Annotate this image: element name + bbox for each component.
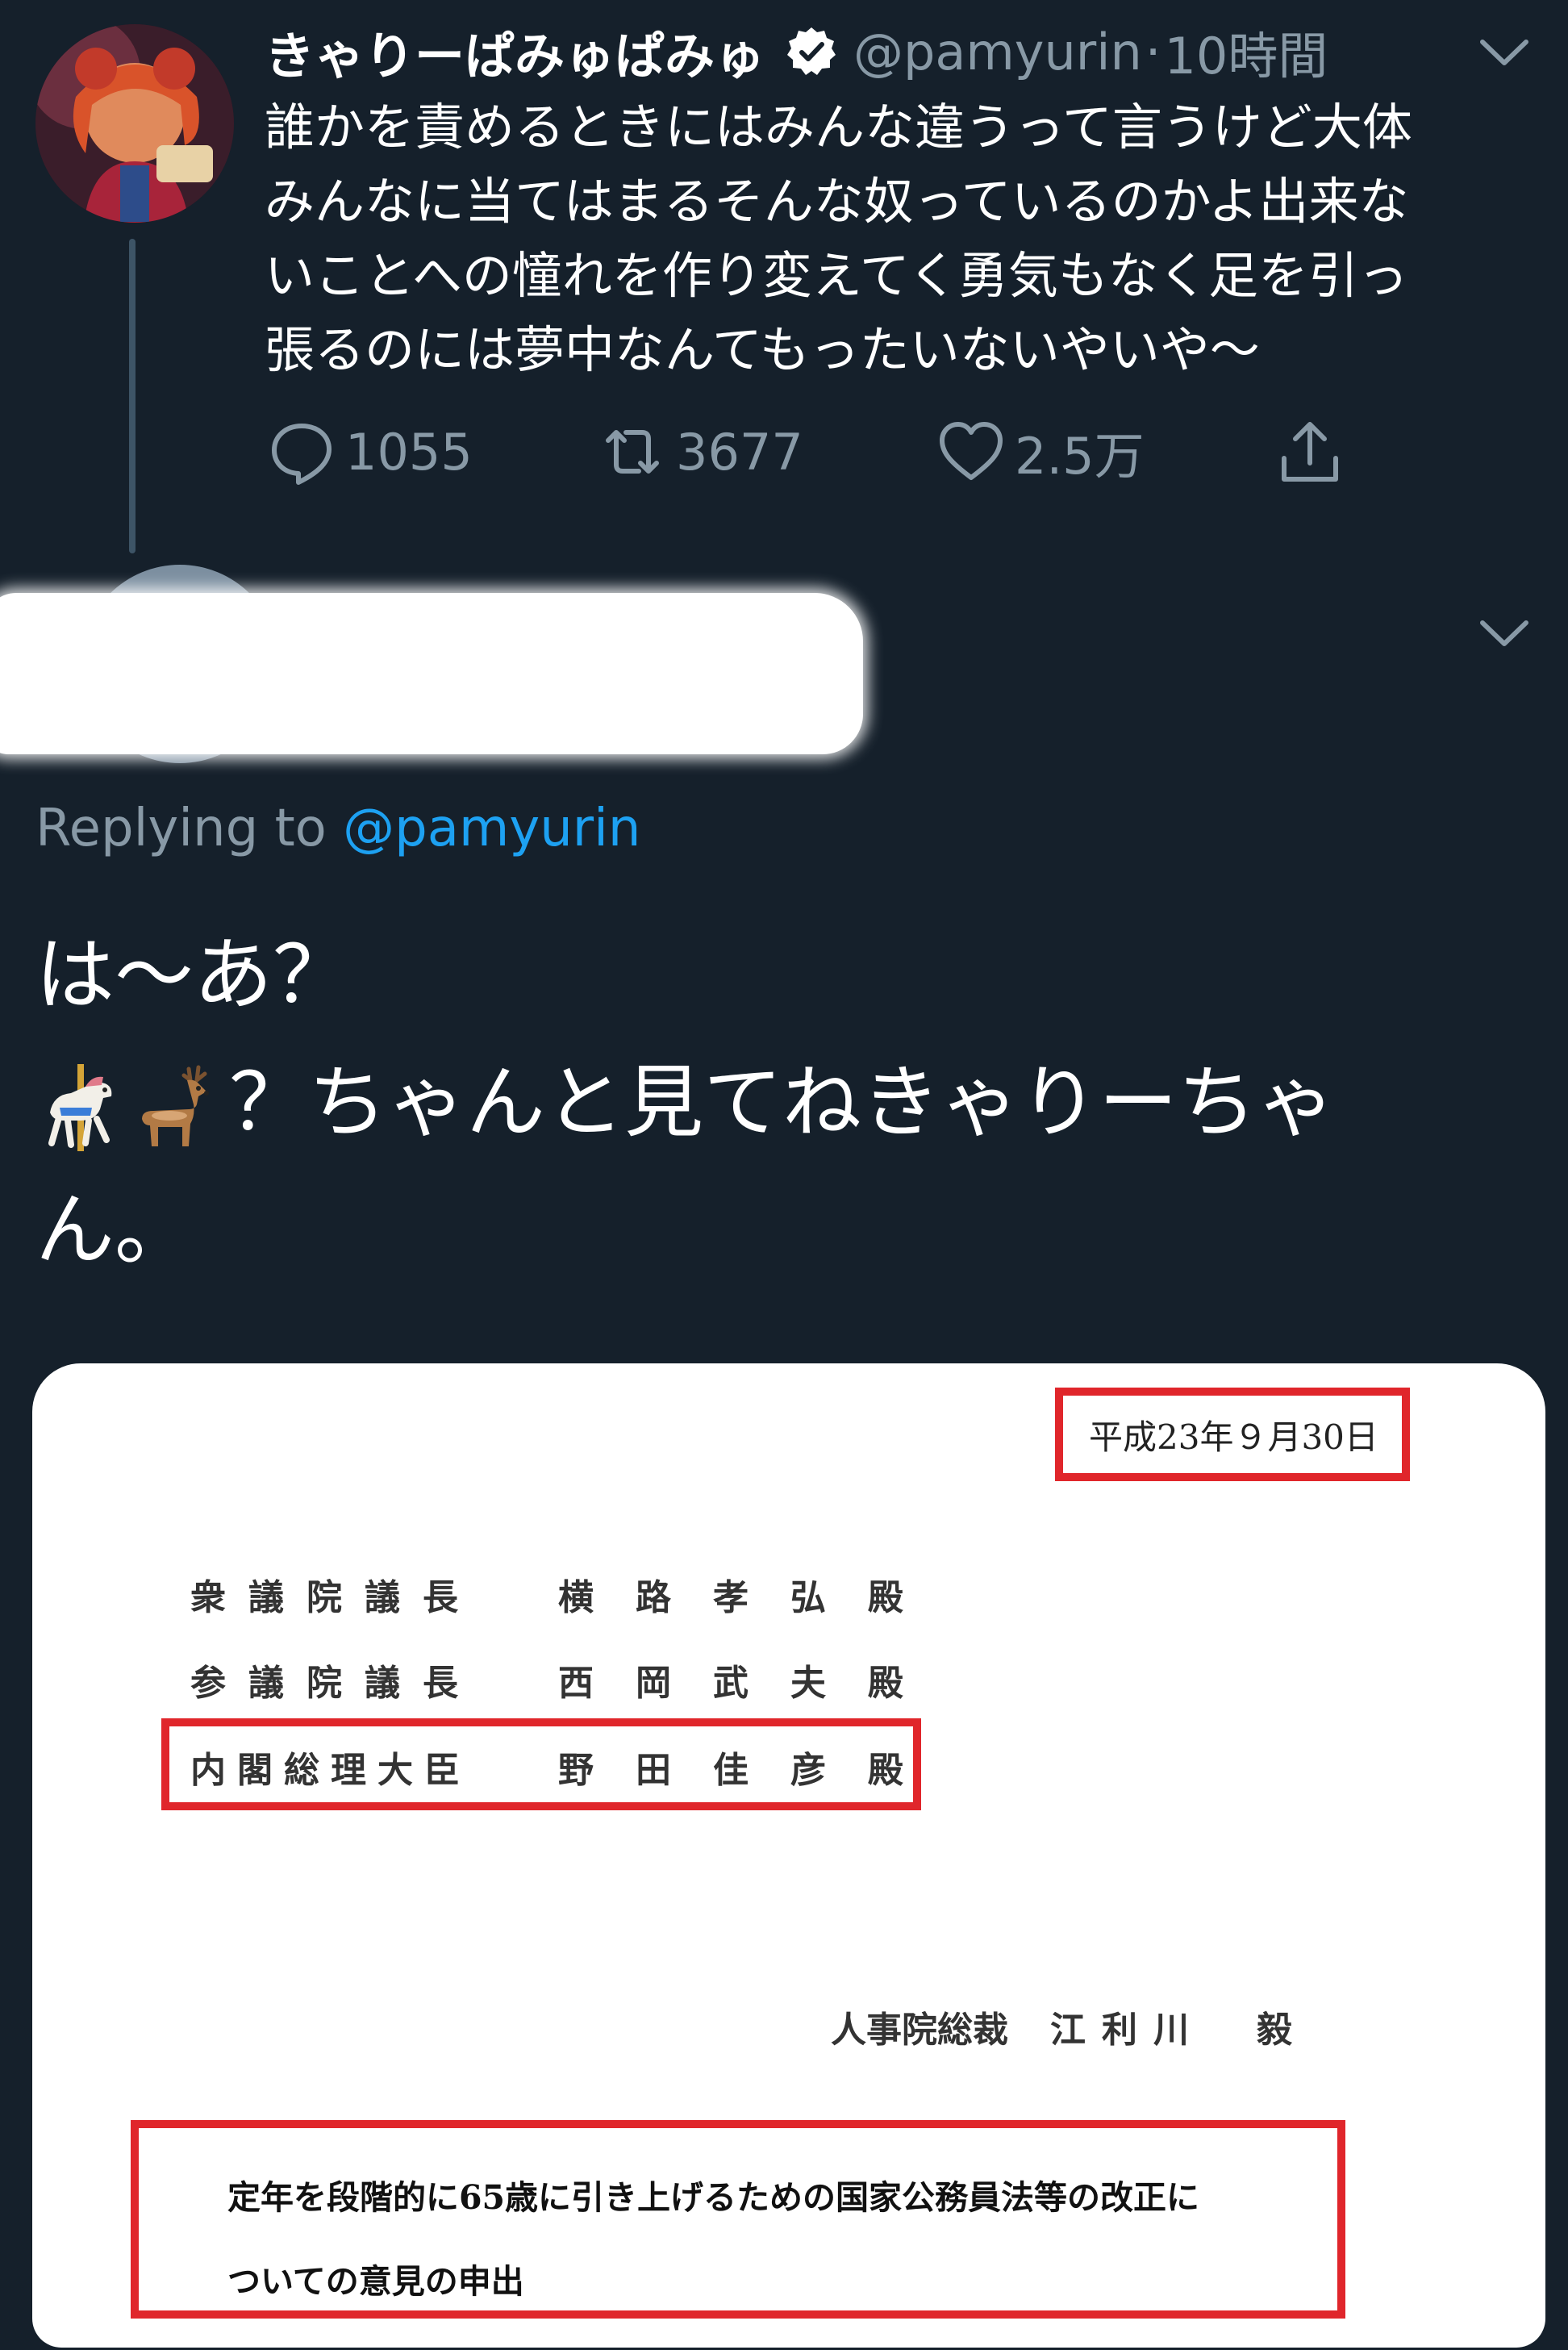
display-name[interactable]: きゃりーぱみゅぱみゅ — [265, 15, 765, 88]
addressee-row: 参議院議長 西岡武夫殿 — [190, 1654, 945, 1705]
replying-to-mention[interactable]: @pamyurin — [343, 799, 640, 858]
addressee-title: 内閣総理大臣 — [190, 1750, 471, 1791]
tweet-text-line: みんなに当てはまるそんな奴っているのかよ出来な — [265, 172, 1409, 231]
reply-icon — [272, 424, 332, 485]
document-date: 平成23年９月30日 — [1089, 1417, 1378, 1457]
attached-document-image[interactable]: 平成23年９月30日 衆議院議長 横路孝弘殿 参議院議長 西岡武夫殿 内閣総理大… — [32, 1363, 1545, 2348]
share-button[interactable] — [1274, 411, 1345, 492]
tweet-text-line: いことへの憧れを作り変えてく勇気もなく足を引っ — [265, 246, 1408, 305]
retweet-count: 3677 — [676, 422, 803, 482]
tweet-timestamp[interactable]: 10時間 — [1164, 15, 1328, 88]
tweet-actions: 1055 3677 2.5万 — [266, 411, 1395, 492]
profile-avatar[interactable] — [35, 24, 234, 223]
retweet-button[interactable]: 3677 — [597, 411, 803, 492]
tweet-text: 誰かを責めるときにはみんな違うって言うけど大体 みんなに当てはまるそんな奴ってい… — [265, 90, 1531, 387]
like-button[interactable]: 2.5万 — [936, 411, 1145, 492]
addressee-row: 内閣総理大臣 野田佳彦殿 — [190, 1741, 945, 1793]
carousel-horse-icon — [48, 1064, 112, 1152]
sender-title: 人事院総裁 — [831, 2010, 1008, 2051]
thread-connector-line — [129, 239, 136, 553]
deer-icon — [142, 1065, 209, 1147]
like-count: 2.5万 — [1015, 427, 1145, 486]
redaction-mark — [0, 593, 863, 754]
tweet-text-line: 張るのには夢中なんてもったいないやいや〜 — [265, 320, 1260, 379]
document-subject-line: ついての意見の申出 — [227, 2262, 524, 2301]
document-subject-line: 定年を段階的に65歳に引き上げるための国家公務員法等の改正に — [227, 2178, 1200, 2217]
tweet-header: きゃりーぱみゅぱみゅ @pamyurin · 10時間 — [265, 19, 1328, 86]
addressee-name: 西岡武夫殿 — [558, 1663, 945, 1704]
addressee-row: 衆議院議長 横路孝弘殿 — [190, 1568, 945, 1620]
separator-dot: · — [1145, 22, 1161, 81]
reply-text: は〜あ？ ？ちゃんと見てねきゃりーちゃ ん。 — [35, 912, 1536, 1294]
verified-badge-icon — [787, 27, 836, 75]
reply-text-line: ん。 — [35, 1184, 194, 1276]
replying-to: Replying to @pamyurin — [35, 799, 640, 858]
chevron-down-icon[interactable] — [1476, 32, 1533, 73]
addressee-name: 横路孝弘殿 — [558, 1577, 945, 1618]
heart-icon — [940, 422, 1003, 480]
reply-text-line: ？ちゃんと見てねきゃりーちゃ — [35, 1039, 1536, 1167]
sender-name: 江利川 毅 — [1050, 2010, 1308, 2051]
addressee-title: 参議院議長 — [190, 1663, 481, 1704]
tweet-text-line: 誰かを責めるときにはみんな違うって言うけど大体 — [265, 98, 1412, 157]
retweet-icon — [606, 430, 659, 474]
reply-count: 1055 — [345, 422, 473, 482]
reply-button[interactable]: 1055 — [266, 411, 473, 492]
chevron-down-icon[interactable] — [1476, 613, 1533, 653]
share-icon — [1282, 422, 1338, 482]
reply-text-line: は〜あ？ — [35, 929, 352, 1021]
addressee-name: 野田佳彦殿 — [558, 1750, 945, 1791]
user-handle[interactable]: @pamyurin — [853, 23, 1142, 81]
replying-to-label: Replying to — [35, 799, 344, 858]
addressee-title: 衆議院議長 — [190, 1577, 481, 1618]
reply-text-segment: ？ちゃんと見てねきゃりーちゃ — [229, 1057, 1337, 1149]
